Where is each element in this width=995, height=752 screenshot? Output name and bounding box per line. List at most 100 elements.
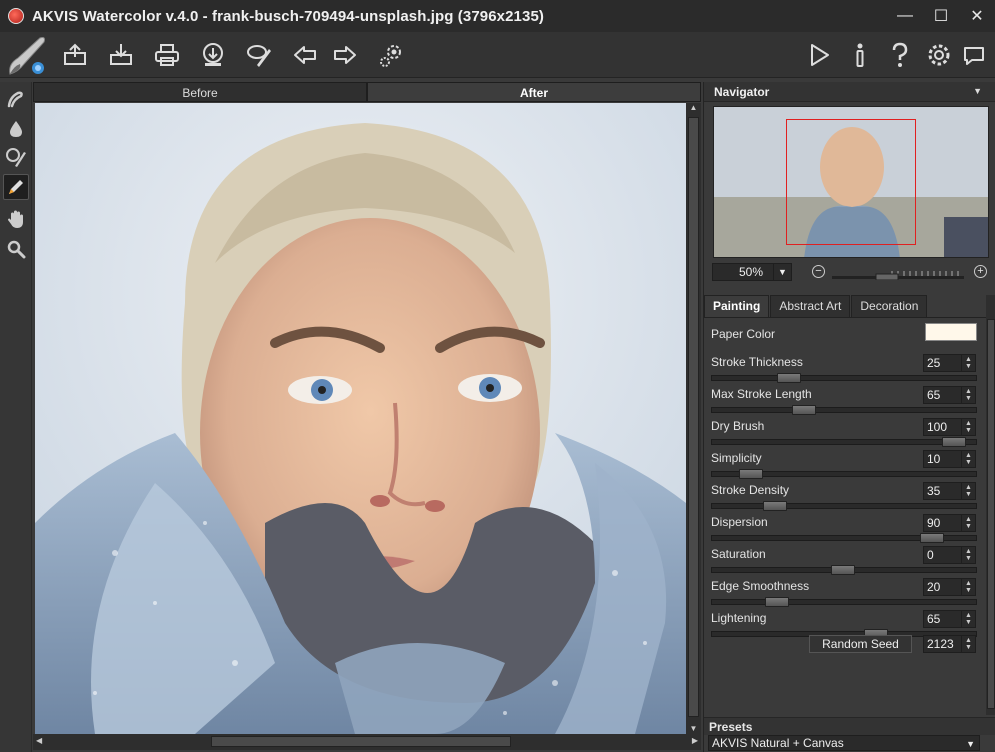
simplicity-spinner-icon[interactable]: ▲ ▼ xyxy=(961,451,975,467)
edge-smoothness-spinner-icon[interactable]: ▲ ▼ xyxy=(961,579,975,595)
zoom-slider[interactable] xyxy=(832,269,964,281)
color-brush-tool[interactable] xyxy=(3,144,29,170)
tab-abstract-art[interactable]: Abstract Art xyxy=(770,295,851,317)
dry-brush-input[interactable]: 100 ▲ ▼ xyxy=(923,418,976,436)
random-seed-button[interactable]: Random Seed xyxy=(809,635,912,653)
edge-smoothness-slider[interactable] xyxy=(711,597,977,607)
canvas-vertical-scrollbar[interactable]: ▲ ▼ xyxy=(686,103,701,734)
maximize-button[interactable]: ☐ xyxy=(923,0,959,32)
navigator-view-rectangle[interactable] xyxy=(786,119,916,245)
share-button[interactable] xyxy=(196,38,230,72)
print-icon xyxy=(155,44,179,66)
info-button[interactable] xyxy=(843,38,877,72)
dry-brush-slider[interactable] xyxy=(711,437,977,447)
open-button[interactable] xyxy=(58,38,92,72)
brush-stroke-icon xyxy=(7,91,23,108)
max-stroke-length-input[interactable]: 65 ▲ ▼ xyxy=(923,386,976,404)
random-seed-input[interactable]: 2123 ▲ ▼ xyxy=(923,635,976,653)
simplicity-slider-thumb[interactable] xyxy=(739,469,763,479)
run-button[interactable] xyxy=(802,38,836,72)
max-stroke-length-slider-thumb[interactable] xyxy=(792,405,816,415)
edge-smoothness-input[interactable]: 20 ▲ ▼ xyxy=(923,578,976,596)
zoom-controls: 50% ▼ − + xyxy=(704,262,995,284)
tab-before[interactable]: Before xyxy=(33,82,367,102)
save-button[interactable] xyxy=(104,38,138,72)
navigator-preview[interactable] xyxy=(713,106,989,258)
help-icon xyxy=(892,42,908,67)
max-stroke-length-slider[interactable] xyxy=(711,405,977,415)
settings-scroll-thumb[interactable] xyxy=(987,319,995,709)
settings-scrollbar[interactable] xyxy=(986,295,995,715)
settings-button[interactable] xyxy=(922,38,956,72)
navigator-title: Navigator xyxy=(714,85,770,99)
paper-color-label: Paper Color xyxy=(711,327,776,341)
preset-dropdown-chevron-icon[interactable]: ▼ xyxy=(966,737,975,751)
edge-smoothness-slider-thumb[interactable] xyxy=(765,597,789,607)
dispersion-slider[interactable] xyxy=(711,533,977,543)
horizontal-scroll-thumb[interactable] xyxy=(211,736,511,747)
simplicity-slider[interactable] xyxy=(711,469,977,479)
close-button[interactable]: ✕ xyxy=(959,0,995,32)
zoom-in-plus-icon[interactable]: + xyxy=(974,265,987,278)
scroll-left-arrow-icon[interactable]: ◀ xyxy=(36,736,42,745)
watercolor-portrait-image xyxy=(35,103,686,734)
preferences-button[interactable] xyxy=(374,38,408,72)
redo-button[interactable] xyxy=(328,38,362,72)
settings-tabs: Painting Abstract Art Decoration xyxy=(704,295,995,317)
dispersion-spinner-icon[interactable]: ▲ ▼ xyxy=(961,515,975,531)
undo-button[interactable] xyxy=(288,38,322,72)
stroke-density-spinner-icon[interactable]: ▲ ▼ xyxy=(961,483,975,499)
tab-after[interactable]: After xyxy=(367,82,701,102)
dry-brush-slider-thumb[interactable] xyxy=(942,437,966,447)
dispersion-slider-thumb[interactable] xyxy=(920,533,944,543)
run-play-icon xyxy=(811,44,829,66)
image-canvas[interactable] xyxy=(35,103,686,734)
scroll-up-arrow-icon[interactable]: ▲ xyxy=(688,103,699,113)
stroke-density-slider[interactable] xyxy=(711,501,977,511)
zoom-out-minus-icon[interactable]: − xyxy=(812,265,825,278)
navigator-menu-chevron-icon[interactable]: ▼ xyxy=(973,86,982,96)
vertical-scroll-thumb[interactable] xyxy=(688,117,699,717)
simplicity-input[interactable]: 10 ▲ ▼ xyxy=(923,450,976,468)
batch-button[interactable] xyxy=(242,38,276,72)
max-stroke-length-value: 65 xyxy=(927,388,941,402)
dry-brush-spinner-icon[interactable]: ▲ ▼ xyxy=(961,419,975,435)
saturation-slider[interactable] xyxy=(711,565,977,575)
print-button[interactable] xyxy=(150,38,184,72)
chat-button[interactable] xyxy=(957,38,991,72)
pencil-tool[interactable] xyxy=(3,174,29,200)
stroke-density-slider-thumb[interactable] xyxy=(763,501,787,511)
stroke-thickness-slider-thumb[interactable] xyxy=(777,373,801,383)
max-stroke-length-spinner-icon[interactable]: ▲ ▼ xyxy=(961,387,975,403)
zoom-slider-ticks xyxy=(832,271,964,281)
hand-tool[interactable] xyxy=(3,206,29,232)
stroke-density-input[interactable]: 35 ▲ ▼ xyxy=(923,482,976,500)
zoom-dropdown-chevron-icon[interactable]: ▼ xyxy=(773,264,791,280)
stroke-thickness-spinner-icon[interactable]: ▲ ▼ xyxy=(961,355,975,371)
paper-color-swatch[interactable] xyxy=(925,323,977,341)
tab-decoration[interactable]: Decoration xyxy=(851,295,928,317)
saturation-input[interactable]: 0 ▲ ▼ xyxy=(923,546,976,564)
saturation-slider-thumb[interactable] xyxy=(831,565,855,575)
help-button[interactable] xyxy=(883,38,917,72)
zoom-tool[interactable] xyxy=(3,236,29,262)
pencil-icon xyxy=(9,180,23,194)
saturation-spinner-icon[interactable]: ▲ ▼ xyxy=(961,547,975,563)
zoom-select[interactable]: 50% ▼ xyxy=(712,263,792,281)
stroke-thickness-input[interactable]: 25 ▲ ▼ xyxy=(923,354,976,372)
lightening-spinner-icon[interactable]: ▲ ▼ xyxy=(961,611,975,627)
dispersion-input[interactable]: 90 ▲ ▼ xyxy=(923,514,976,532)
brush-tool[interactable] xyxy=(3,86,29,112)
random-seed-spinner-icon[interactable]: ▲ ▼ xyxy=(961,636,975,652)
lightening-input[interactable]: 65 ▲ ▼ xyxy=(923,610,976,628)
scroll-right-arrow-icon[interactable]: ▶ xyxy=(692,736,698,745)
tab-painting[interactable]: Painting xyxy=(704,295,770,317)
minimize-button[interactable]: — xyxy=(887,0,923,32)
preset-select[interactable]: AKVIS Natural + Canvas ▼ xyxy=(708,735,980,751)
canvas-horizontal-scrollbar[interactable]: ◀ ▶ xyxy=(33,734,701,750)
drop-tool[interactable] xyxy=(3,116,29,142)
stroke-thickness-slider[interactable] xyxy=(711,373,977,383)
hand-icon xyxy=(8,210,23,228)
app-logo-icon xyxy=(8,8,24,24)
scroll-down-arrow-icon[interactable]: ▼ xyxy=(688,724,699,734)
